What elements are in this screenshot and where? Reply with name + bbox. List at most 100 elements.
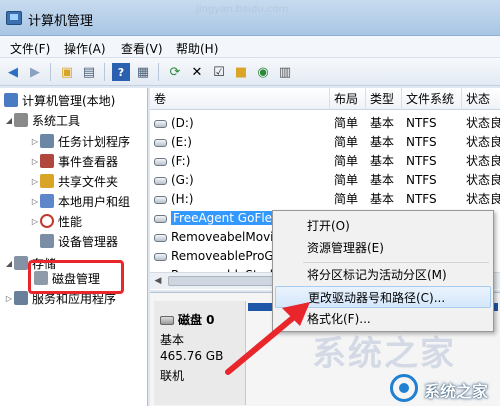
toolbar-separator [50, 63, 51, 81]
column-header-type[interactable]: 类型 [366, 88, 402, 110]
tree-item-task-scheduler[interactable]: ▷ 任务计划程序 [30, 131, 130, 151]
collapsed-arrow-icon[interactable]: ▷ [30, 197, 40, 206]
table-row[interactable]: (F:) 简单 基本 NTFS 状态良 [150, 152, 500, 170]
menu-file[interactable]: 文件(F) [10, 40, 50, 57]
column-header-status[interactable]: 状态 [462, 88, 500, 110]
back-arrow-icon[interactable]: ◀ [4, 63, 22, 81]
expanded-arrow-icon[interactable]: ◢ [4, 116, 14, 125]
export-icon[interactable]: ▥ [276, 63, 294, 81]
delete-icon[interactable]: ✕ [188, 63, 206, 81]
volume-icon [154, 176, 167, 185]
table-cell-layout: 简单 [334, 135, 359, 149]
tree-item-label: 性能 [58, 214, 83, 229]
collapsed-arrow-icon[interactable]: ▷ [30, 177, 40, 186]
table-cell-fs: NTFS [406, 192, 437, 206]
toolbar-separator [158, 63, 159, 81]
collapsed-arrow-icon[interactable]: ▷ [30, 157, 40, 166]
folder-up-icon[interactable]: ▣ [58, 63, 76, 81]
tree-item-label: 任务计划程序 [58, 134, 131, 149]
context-menu: 打开(O) 资源管理器(E) 将分区标记为活动分区(M) 更改驱动器号和路径(C… [272, 210, 494, 332]
volume-name: (F:) [171, 154, 191, 168]
column-header-volume[interactable]: 卷 [150, 88, 330, 110]
table-cell-fs: NTFS [406, 173, 437, 187]
forward-arrow-icon[interactable]: ▶ [26, 63, 44, 81]
volume-name: RemoveabelMovie [171, 230, 281, 244]
watermark-large: 系统之家 [312, 334, 456, 374]
tree-item-performance[interactable]: ▷ 性能 [30, 211, 82, 231]
menu-help[interactable]: 帮助(H) [176, 40, 218, 57]
system-tools-icon [14, 113, 28, 127]
search-icon[interactable]: ◉ [254, 63, 272, 81]
collapsed-arrow-icon[interactable]: ▷ [30, 137, 40, 146]
refresh-icon[interactable]: ⟳ [166, 63, 184, 81]
help-icon[interactable]: ? [112, 63, 130, 81]
menu-item-format[interactable]: 格式化(F)... [275, 308, 491, 330]
watermark-brand: 系统之家 [424, 382, 489, 401]
menu-item-explorer[interactable]: 资源管理器(E) [275, 237, 491, 259]
open-folder-icon[interactable]: ■ [232, 63, 250, 81]
tree-root[interactable]: 计算机管理(本地) [4, 90, 115, 110]
table-row[interactable]: (G:) 简单 基本 NTFS 状态良 [150, 171, 500, 189]
tree-item-label: 事件查看器 [58, 154, 119, 169]
disk-name-row: 磁盘 0 [160, 311, 215, 328]
table-cell-fs: NTFS [406, 154, 437, 168]
menu-action[interactable]: 操作(A) [64, 40, 106, 57]
list-header: 卷 布局 类型 文件系统 状态 [150, 88, 500, 110]
table-row[interactable]: (H:) 简单 基本 NTFS 状态良 [150, 190, 500, 208]
disk-status: 联机 [160, 369, 185, 383]
table-cell-type: 基本 [370, 135, 395, 149]
collapsed-arrow-icon[interactable]: ▷ [4, 294, 14, 303]
scrollbar-thumb[interactable] [168, 276, 278, 286]
annotation-highlight-box [28, 260, 124, 294]
table-row[interactable]: (D:) 简单 基本 NTFS 状态良 [150, 114, 500, 132]
services-icon [14, 291, 28, 305]
table-cell-fs: NTFS [406, 135, 437, 149]
volume-name: RemoveableProGr [171, 249, 279, 263]
menu-view[interactable]: 查看(V) [121, 40, 163, 57]
table-cell-name: (E:) [150, 133, 330, 151]
tree-system-tools[interactable]: ◢ 系统工具 [4, 110, 80, 130]
volume-name: (G:) [171, 173, 194, 187]
watermark-url: jingyan.baidu.com [196, 4, 289, 15]
volume-icon [154, 138, 167, 147]
device-manager-icon [40, 234, 54, 248]
scroll-left-icon[interactable]: ◀ [152, 275, 164, 287]
tree-item-device-manager[interactable]: 设备管理器 [40, 231, 118, 251]
column-header-filesystem[interactable]: 文件系统 [402, 88, 462, 110]
volume-name: (E:) [171, 135, 192, 149]
disk-size: 465.76 GB [160, 349, 224, 363]
event-viewer-icon [40, 154, 54, 168]
table-cell-type: 基本 [370, 154, 395, 168]
expanded-arrow-icon[interactable]: ◢ [4, 259, 14, 268]
menu-item-open[interactable]: 打开(O) [275, 215, 491, 237]
properties-icon[interactable]: ▦ [134, 63, 152, 81]
table-cell-name: (H:) [150, 190, 330, 208]
menu-item-mark-active[interactable]: 将分区标记为活动分区(M) [275, 264, 491, 286]
menu-bar: 文件(F) 操作(A) 查看(V) 帮助(H) [0, 36, 500, 58]
table-cell-status: 状态良 [466, 173, 500, 187]
table-cell-layout: 简单 [334, 173, 359, 187]
tree-item-local-users[interactable]: ▷ 本地用户和组 [30, 191, 130, 211]
table-cell-fs: NTFS [406, 116, 437, 130]
table-cell-status: 状态良 [466, 154, 500, 168]
tree-item-event-viewer[interactable]: ▷ 事件查看器 [30, 151, 118, 171]
collapsed-arrow-icon[interactable]: ▷ [30, 217, 40, 226]
table-cell-layout: 简单 [334, 192, 359, 206]
users-icon [40, 194, 54, 208]
window-title: 计算机管理 [28, 14, 94, 29]
console-tree-icon[interactable]: ▤ [80, 63, 98, 81]
volume-icon [154, 214, 167, 223]
column-header-layout[interactable]: 布局 [330, 88, 366, 110]
properties-check-icon[interactable]: ☑ [210, 63, 228, 81]
table-row[interactable]: (E:) 简单 基本 NTFS 状态良 [150, 133, 500, 151]
tree-item-shared-folders[interactable]: ▷ 共享文件夹 [30, 171, 118, 191]
computer-management-icon [6, 11, 22, 25]
menu-item-change-drive-letter[interactable]: 更改驱动器号和路径(C)... [275, 286, 491, 308]
tree-item-label: 共享文件夹 [58, 174, 119, 189]
storage-icon [14, 256, 28, 270]
disk-card[interactable]: 磁盘 0 基本 465.76 GB 联机 [154, 301, 246, 405]
computer-icon [4, 93, 18, 107]
disk-name: 磁盘 0 [178, 313, 215, 327]
toolbar-separator [104, 63, 105, 81]
tree-item-label: 本地用户和组 [58, 194, 131, 209]
